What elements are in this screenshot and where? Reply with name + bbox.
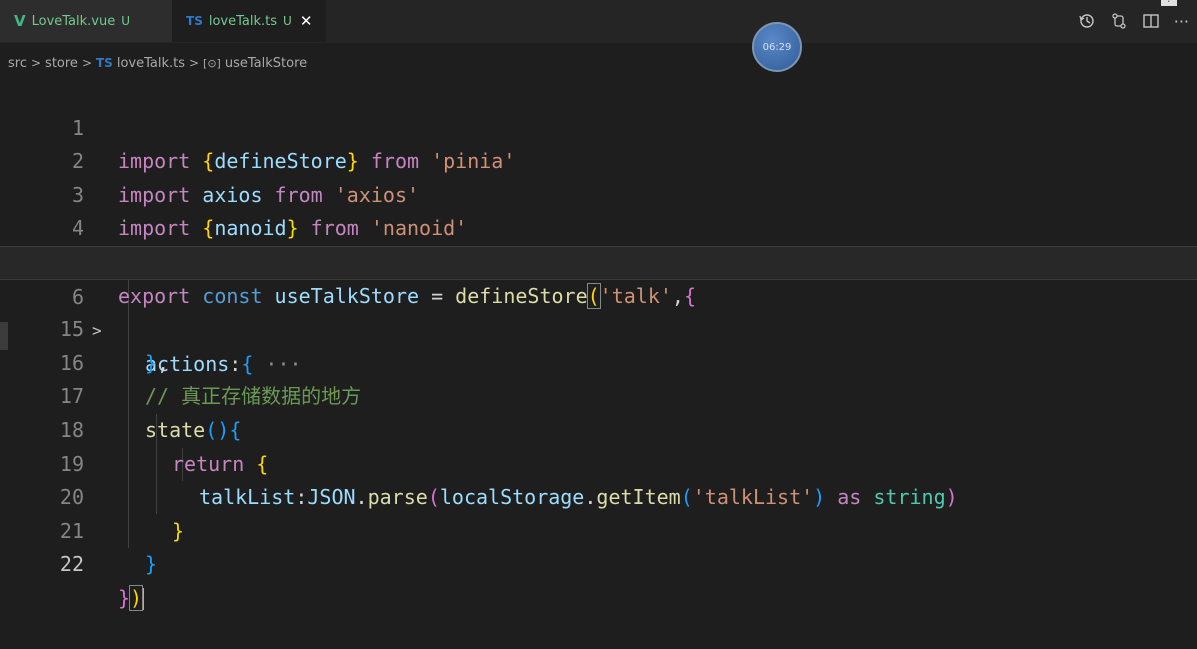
close-icon[interactable]: ✕ bbox=[300, 12, 313, 30]
code-line: 21 } bbox=[0, 481, 1197, 577]
code-line: 4 bbox=[0, 179, 1197, 240]
gutter-marker bbox=[0, 322, 8, 350]
code-line-folded: 6 > actions:{ ··· bbox=[0, 245, 1197, 376]
breadcrumb-item-symbol[interactable]: useTalkStore bbox=[225, 56, 307, 71]
more-actions-icon[interactable]: ··· bbox=[1174, 12, 1189, 31]
code-line: 5 export const useTalkStore = defineStor… bbox=[0, 212, 1197, 309]
breadcrumb-item-src[interactable]: src bbox=[8, 56, 27, 71]
chevron-right-icon: > bbox=[81, 56, 92, 70]
variable-symbol-icon: [⊙] bbox=[203, 56, 221, 70]
code-line: 17 state(){ bbox=[0, 347, 1197, 442]
code-line: 1 import {defineStore} from 'pinia' bbox=[0, 78, 1197, 174]
split-editor-icon[interactable] bbox=[1142, 12, 1160, 30]
code-line: 15 }, bbox=[0, 280, 1197, 375]
code-line: 16 // 真正存储数据的地方 bbox=[0, 313, 1197, 409]
code-editor[interactable]: 1 import {defineStore} from 'pinia' 2 im… bbox=[0, 78, 1197, 611]
code-line: 19 talkList:JSON.parse(localStorage.getI… bbox=[0, 414, 1197, 510]
editor-tab-bar: V LoveTalk.vue U TS loveTalk.ts U ✕ ··· … bbox=[0, 0, 1197, 43]
editor-actions: ··· bbox=[1078, 0, 1189, 42]
breadcrumb-item-store[interactable]: store bbox=[45, 56, 78, 71]
tab-label: LoveTalk.vue bbox=[31, 13, 116, 29]
code-line: 20 } bbox=[0, 448, 1197, 543]
breadcrumb: src > store > TS loveTalk.ts > [⊙] useTa… bbox=[0, 52, 1197, 74]
git-status-badge: U bbox=[121, 14, 131, 28]
code-line-cursor: 22 }) bbox=[0, 515, 1197, 611]
breadcrumb-item-file[interactable]: loveTalk.ts bbox=[117, 56, 185, 71]
vue-file-icon: V bbox=[14, 12, 26, 30]
tab-lovetalk-vue[interactable]: V LoveTalk.vue U bbox=[0, 0, 173, 42]
help-badge: ? bbox=[1161, 0, 1177, 6]
timer-badge: 06:29 bbox=[752, 22, 802, 72]
git-compare-icon[interactable] bbox=[1110, 12, 1128, 30]
code-line: 18 return { bbox=[0, 380, 1197, 476]
tab-lovetalk-ts[interactable]: TS loveTalk.ts U ✕ bbox=[172, 0, 327, 42]
text-cursor bbox=[142, 588, 145, 611]
history-icon[interactable] bbox=[1078, 12, 1096, 30]
typescript-file-icon: TS bbox=[186, 14, 203, 28]
code-line: 2 import axios from 'axios' bbox=[0, 112, 1197, 207]
typescript-file-icon: TS bbox=[96, 56, 113, 70]
chevron-right-icon: > bbox=[188, 56, 200, 70]
tab-label: loveTalk.ts bbox=[208, 13, 278, 29]
chevron-right-icon: > bbox=[30, 56, 42, 70]
code-line: 3 import {nanoid} from 'nanoid' bbox=[0, 145, 1197, 241]
line-number: 22 bbox=[59, 552, 84, 577]
git-status-badge: U bbox=[283, 14, 292, 28]
